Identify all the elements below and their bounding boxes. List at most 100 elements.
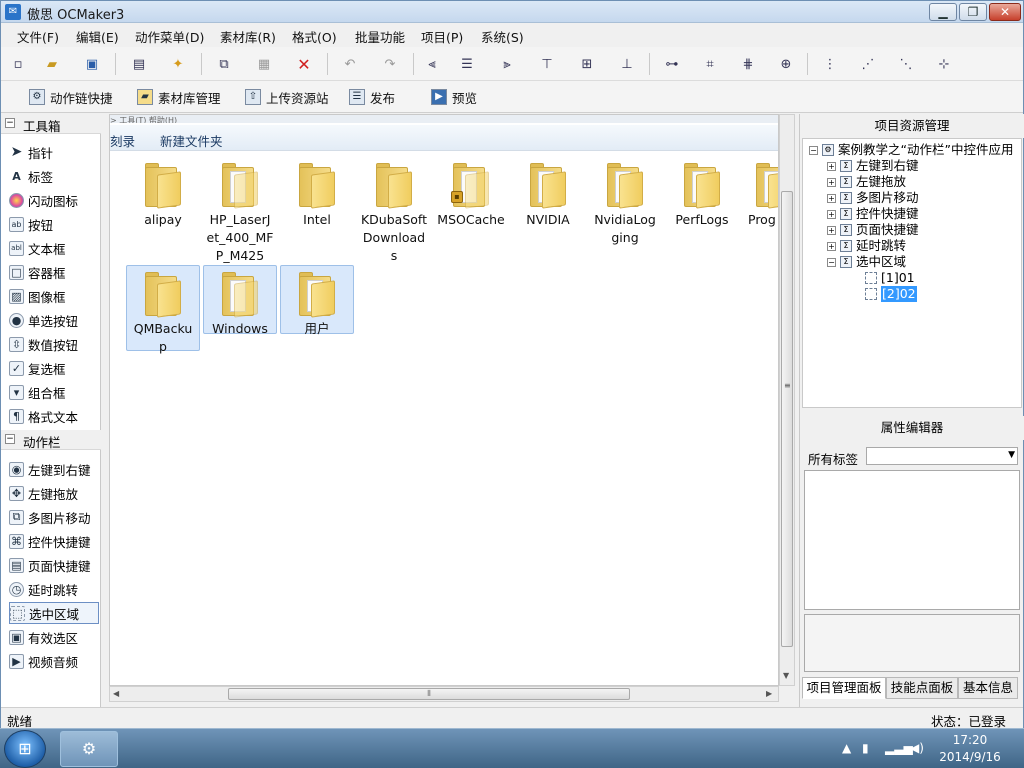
tree-leaf-selected[interactable]: [2]02 — [865, 286, 917, 302]
tool-button[interactable]: ab 按钮 — [9, 213, 99, 235]
folder-item[interactable]: Intel — [280, 157, 354, 229]
align-middle-icon[interactable]: ⊞ — [576, 54, 598, 74]
tool-richtext[interactable]: ¶ 格式文本 — [9, 405, 99, 427]
tool-image[interactable]: ▨ 图像框 — [9, 285, 99, 307]
project-tree[interactable]: − ⚙ 案例教学之“动作栏”中控件应用 + Σ 左键到右键 + Σ 左键拖放 + Σ 多图片移动… — [802, 138, 1022, 408]
menu-system[interactable]: 系统(S) — [481, 27, 524, 46]
folder-item[interactable]: HP_LaserJet_400_MFP_M425 — [203, 157, 277, 265]
align-bottom-icon[interactable]: ⊥ — [616, 54, 638, 74]
expand-icon[interactable]: + — [827, 161, 836, 171]
copy-icon[interactable]: ⧉ — [213, 54, 235, 74]
spacing-horizontal-icon[interactable]: ⋰ — [857, 54, 879, 74]
show-hidden-icons-arrow-icon[interactable]: ▲ — [842, 741, 851, 755]
new-file-icon[interactable]: ▫ — [7, 54, 29, 74]
new-folder-button[interactable]: 新建文件夹 — [160, 131, 223, 150]
tree-root[interactable]: − ⚙ 案例教学之“动作栏”中控件应用 — [809, 142, 1013, 158]
menu-project[interactable]: 项目(P) — [421, 27, 463, 46]
system-clock[interactable]: 17:20 2014/9/16 — [928, 732, 1012, 766]
tool-spinner[interactable]: ⇳ 数值按钮 — [9, 333, 99, 355]
tool-combobox[interactable]: ▾ 组合框 — [9, 381, 99, 403]
tree-node[interactable]: + Σ 左键到右键 — [827, 158, 919, 174]
toolbox-category[interactable]: − 工具箱 — [1, 114, 101, 134]
taskbar-app-ocmaker[interactable]: ⚙ — [60, 731, 118, 767]
collapse-toggle-icon[interactable]: − — [5, 434, 15, 444]
action-drag-drop[interactable]: ✥ 左键拖放 — [9, 482, 99, 504]
redo-icon[interactable]: ↷ — [379, 54, 401, 74]
close-button[interactable]: ✕ — [989, 3, 1021, 21]
center-in-page-icon[interactable]: ⊹ — [933, 54, 955, 74]
menu-file[interactable]: 文件(F) — [17, 27, 59, 46]
maximize-button[interactable]: ❐ — [959, 3, 987, 21]
network-signal-icon[interactable]: ▂▃▅ — [885, 741, 913, 755]
upload-button[interactable]: ⇧ 上传资源站 — [245, 87, 329, 107]
tool-flash-icon[interactable]: 闪动图标 — [9, 189, 99, 211]
folder-item[interactable]: ▪ MSOCache — [434, 157, 508, 229]
action-control-shortcut[interactable]: ⌘ 控件快捷键 — [9, 530, 99, 552]
folder-item-selected[interactable]: Windows — [203, 265, 277, 336]
burn-button[interactable]: 刻录 — [110, 131, 135, 150]
properties-icon[interactable]: ▤ — [128, 54, 150, 74]
paste-icon[interactable]: ▦ — [253, 54, 275, 74]
tool-radio[interactable]: ● 单选按钮 — [9, 309, 99, 331]
align-top-icon[interactable]: ⊤ — [536, 54, 558, 74]
tree-node[interactable]: + Σ 左键拖放 — [827, 174, 906, 190]
canvas-horizontal-scrollbar[interactable]: ◀ ⦀ ▶ — [109, 686, 779, 702]
action-delay-jump[interactable]: ◷ 延时跳转 — [9, 578, 99, 600]
action-valid-region[interactable]: ▣ 有效选区 — [9, 626, 99, 648]
distribute-horizontal-icon[interactable]: ⊶ — [661, 54, 683, 74]
tree-node[interactable]: + Σ 延时跳转 — [827, 238, 906, 254]
menu-format[interactable]: 格式(O) — [292, 27, 337, 46]
folder-item[interactable]: Prog Fil — [742, 157, 778, 229]
tree-node[interactable]: + Σ 多图片移动 — [827, 190, 919, 206]
action-video-audio[interactable]: ▶ 视频音频 — [9, 650, 99, 672]
tab-project-panel[interactable]: 项目管理面板 — [802, 677, 886, 699]
tool-pointer[interactable]: ➤ 指针 — [9, 141, 99, 163]
distribute-vertical-icon[interactable]: ⋮ — [819, 54, 841, 74]
scroll-down-arrow-icon[interactable]: ▼ — [783, 671, 789, 680]
title-bar[interactable]: ✉ 傲思 OCMaker3 ▁ ❐ ✕ — [1, 1, 1023, 23]
scroll-right-arrow-icon[interactable]: ▶ — [766, 689, 772, 698]
tool-container[interactable]: □ 容器框 — [9, 261, 99, 283]
tab-basic-info[interactable]: 基本信息 — [958, 677, 1018, 699]
start-button[interactable]: ⊞ — [4, 730, 46, 768]
menu-edit[interactable]: 编辑(E) — [76, 27, 119, 46]
tree-node[interactable]: + Σ 控件快捷键 — [827, 206, 919, 222]
folder-item[interactable]: alipay — [126, 157, 200, 229]
design-canvas[interactable]: > 工具(T) 帮助(H) 刻录 新建文件夹 alipay HP_LaserJe… — [109, 114, 779, 686]
expand-icon[interactable]: + — [827, 177, 836, 187]
same-size-icon[interactable]: ⊕ — [775, 54, 797, 74]
tool-checkbox[interactable]: ✓ 复选框 — [9, 357, 99, 379]
panel-splitter[interactable] — [101, 114, 109, 707]
menu-batch[interactable]: 批量功能 — [355, 27, 405, 46]
collapse-icon[interactable]: − — [827, 257, 836, 267]
folder-item[interactable]: KDubaSoftDownloads — [357, 157, 431, 265]
actions-category[interactable]: − 动作栏 — [1, 430, 101, 450]
align-center-icon[interactable]: ☰ — [456, 54, 478, 74]
save-icon[interactable]: ▣ — [81, 54, 103, 74]
menu-resources[interactable]: 素材库(R) — [220, 27, 276, 46]
property-grid[interactable] — [804, 470, 1020, 610]
action-chain-button[interactable]: ⚙ 动作链快捷 — [29, 87, 113, 107]
device-tray-icon[interactable]: ▮ — [862, 741, 869, 755]
folder-item[interactable]: NVIDIA — [511, 157, 585, 229]
same-width-icon[interactable]: ⌗ — [699, 54, 721, 74]
plugin-icon[interactable]: ✦ — [167, 54, 189, 74]
publish-button[interactable]: ☰ 发布 — [349, 87, 395, 107]
tool-label-control[interactable]: A 标签 — [9, 165, 99, 187]
action-multi-image-move[interactable]: ⧉ 多图片移动 — [9, 506, 99, 528]
expand-icon[interactable]: + — [827, 209, 836, 219]
collapse-icon[interactable]: − — [809, 145, 818, 155]
scroll-left-arrow-icon[interactable]: ◀ — [113, 689, 119, 698]
folder-item-selected[interactable]: 用户 — [280, 265, 354, 336]
preview-button[interactable]: ▶ 预览 — [431, 87, 477, 107]
action-select-region[interactable]: ⬚ 选中区域 — [9, 602, 99, 624]
tree-node[interactable]: − Σ 选中区域 — [827, 254, 906, 270]
tree-leaf[interactable]: [1]01 — [865, 270, 915, 286]
action-left-to-right[interactable]: ◉ 左键到右键 — [9, 458, 99, 480]
resource-manage-button[interactable]: ▰ 素材库管理 — [137, 87, 221, 107]
property-filter-select[interactable]: ▼ — [866, 447, 1018, 465]
spacing-vertical-icon[interactable]: ⋱ — [895, 54, 917, 74]
tree-node[interactable]: + Σ 页面快捷键 — [827, 222, 919, 238]
open-folder-icon[interactable]: ▰ — [41, 54, 63, 74]
scroll-thumb[interactable]: ⦀ — [228, 688, 630, 700]
